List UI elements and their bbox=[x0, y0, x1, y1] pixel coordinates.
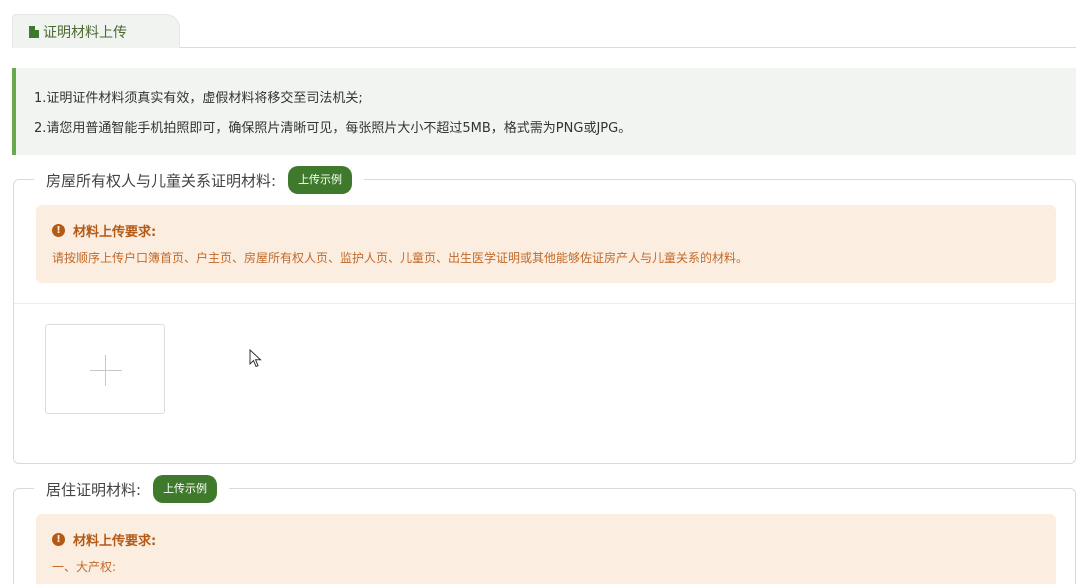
section-legend: 居住证明材料: 上传示例 bbox=[34, 474, 230, 504]
requirement-text: 一、大产权: bbox=[52, 560, 117, 574]
mouse-cursor-icon bbox=[249, 349, 262, 368]
requirement-box: ! 材料上传要求: 请按顺序上传户口簿首页、户主页、房屋所有权人页、监护人页、儿… bbox=[36, 205, 1056, 283]
divider bbox=[14, 303, 1075, 304]
tab-bar: 证明材料上传 bbox=[12, 14, 1076, 48]
notice-line-1: 1.证明证件材料须真实有效，虚假材料将移交至司法机关; bbox=[34, 91, 363, 106]
requirement-title: 材料上传要求: bbox=[73, 225, 157, 240]
plus-icon bbox=[90, 370, 122, 371]
requirement-box: ! 材料上传要求: 一、大产权: bbox=[36, 514, 1056, 584]
document-icon bbox=[29, 25, 39, 38]
tab-proof-upload[interactable]: 证明材料上传 bbox=[12, 14, 180, 48]
info-icon: ! bbox=[52, 533, 65, 546]
info-icon: ! bbox=[52, 224, 65, 237]
section-title: 居住证明材料: bbox=[46, 480, 142, 499]
requirement-title: 材料上传要求: bbox=[73, 534, 157, 549]
section-legend: 房屋所有权人与儿童关系证明材料: 上传示例 bbox=[34, 165, 365, 195]
notice-box: 1.证明证件材料须真实有效，虚假材料将移交至司法机关; 2.请您用普通智能手机拍… bbox=[12, 68, 1076, 155]
upload-sample-button[interactable]: 上传示例 bbox=[288, 166, 353, 194]
requirement-text: 请按顺序上传户口簿首页、户主页、房屋所有权人页、监护人页、儿童页、出生医学证明或… bbox=[52, 251, 749, 265]
section-title: 房屋所有权人与儿童关系证明材料: bbox=[46, 171, 277, 190]
section-property-relation: 房屋所有权人与儿童关系证明材料: 上传示例 ! 材料上传要求: 请按顺序上传户口… bbox=[13, 165, 1076, 464]
notice-line-2: 2.请您用普通智能手机拍照即可，确保照片清晰可见，每张照片大小不超过5MB，格式… bbox=[34, 121, 632, 136]
tab-label: 证明材料上传 bbox=[43, 24, 127, 41]
section-residence-proof: 居住证明材料: 上传示例 ! 材料上传要求: 一、大产权: bbox=[13, 474, 1076, 584]
requirement-title-row: ! 材料上传要求: bbox=[52, 530, 1042, 549]
image-upload-button[interactable] bbox=[45, 324, 165, 414]
upload-sample-button[interactable]: 上传示例 bbox=[153, 475, 218, 503]
requirement-title-row: ! 材料上传要求: bbox=[52, 221, 1042, 240]
